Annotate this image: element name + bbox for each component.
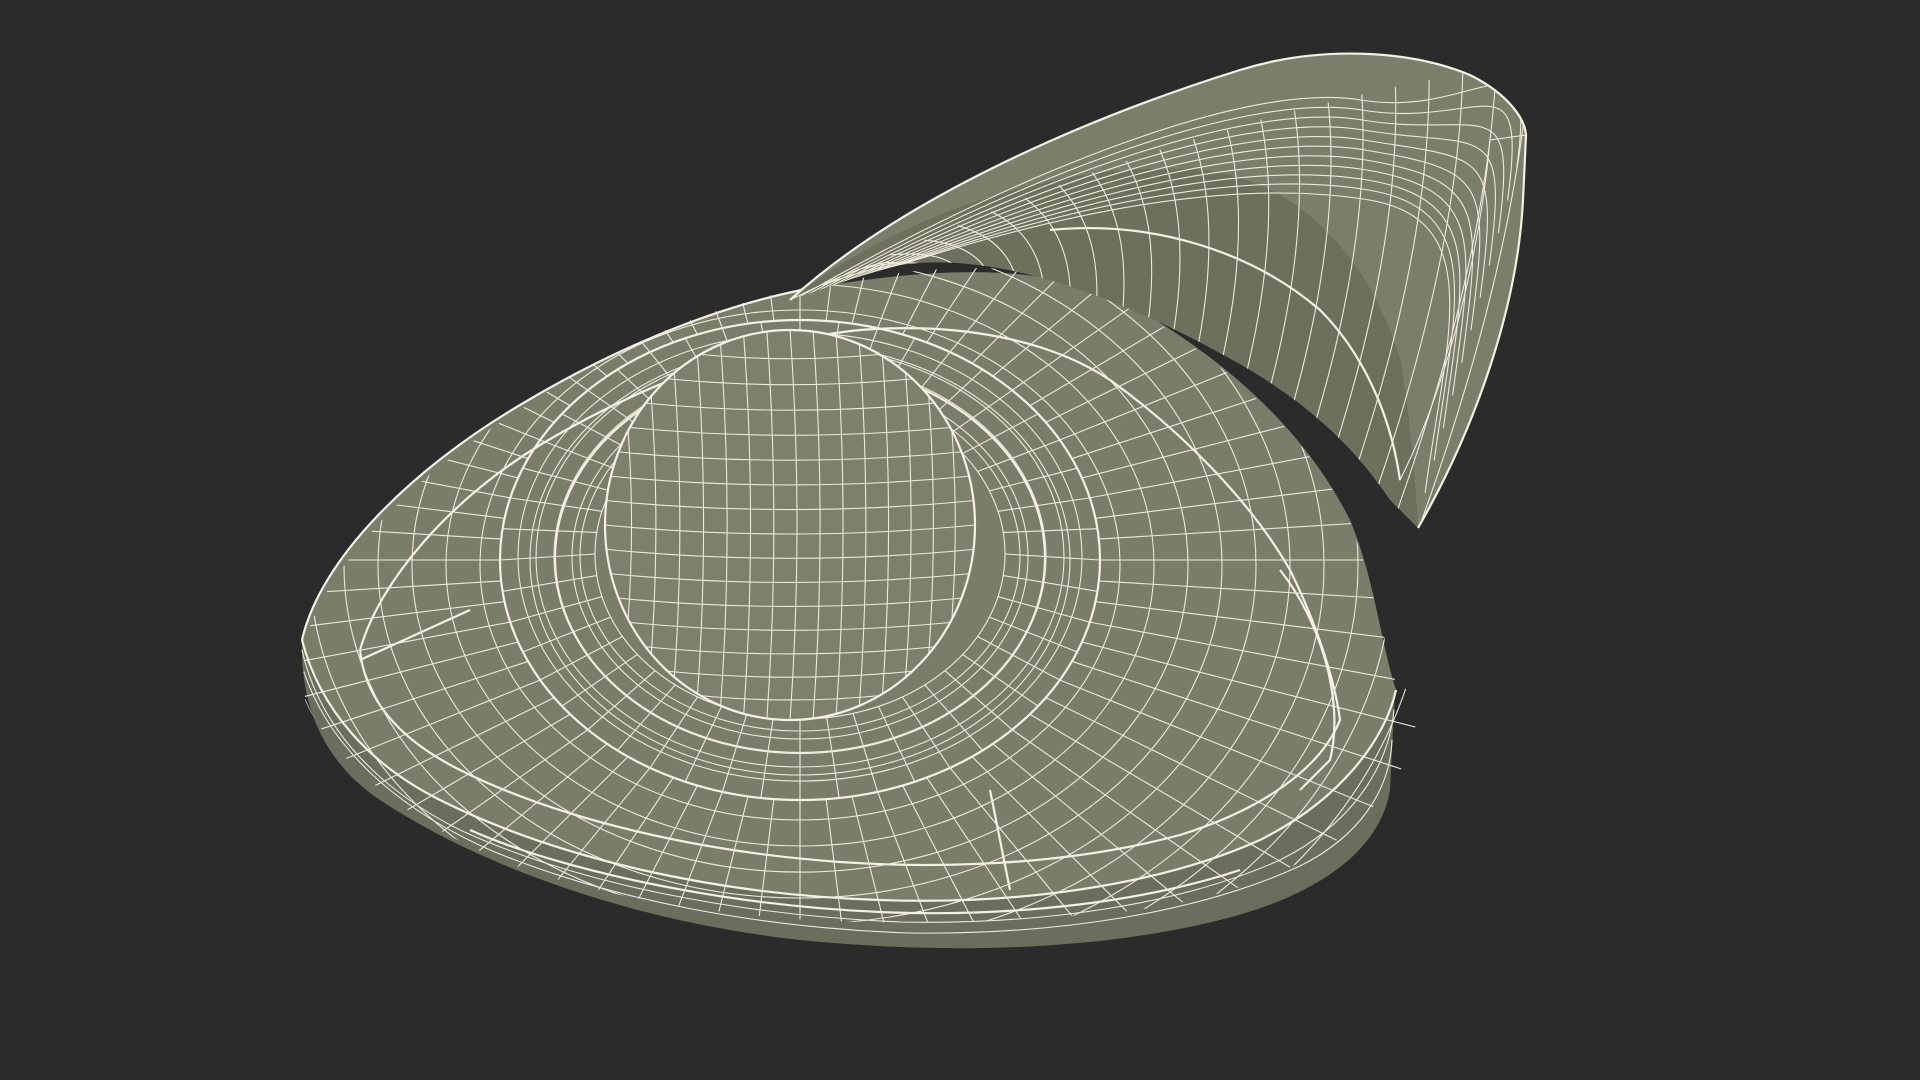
trackball-sphere <box>603 328 977 722</box>
render-viewport[interactable] <box>0 0 1920 1080</box>
trackball-mouse-model <box>300 52 1528 949</box>
